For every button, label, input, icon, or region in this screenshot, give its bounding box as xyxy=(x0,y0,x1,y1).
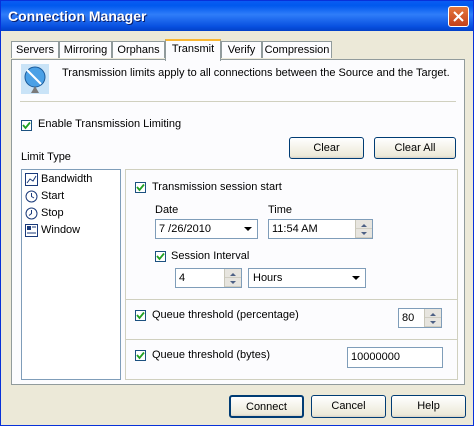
tab-orphans[interactable]: Orphans xyxy=(112,41,165,58)
window-schedule-icon xyxy=(25,224,38,237)
list-item-label: Stop xyxy=(41,207,64,219)
date-picker[interactable]: 7 /26/2010 xyxy=(155,219,258,239)
stop-clock-icon xyxy=(25,207,38,220)
clear-button[interactable]: Clear xyxy=(289,137,364,159)
connect-button[interactable]: Connect xyxy=(229,395,304,418)
connection-manager-window: Connection Manager Servers Mirroring Orp… xyxy=(0,0,474,426)
list-item-label: Window xyxy=(41,224,81,236)
clock-icon xyxy=(25,190,38,203)
close-button[interactable] xyxy=(448,6,469,27)
time-value: 11:54 AM xyxy=(272,223,318,235)
session-interval-label: Session Interval xyxy=(171,250,250,262)
tab-compression[interactable]: Compression xyxy=(262,41,332,58)
list-item-start[interactable]: Start xyxy=(24,189,104,205)
chevron-down-icon[interactable] xyxy=(349,271,363,285)
check-icon xyxy=(22,121,31,130)
transmit-panel: Transmission limits apply to all connect… xyxy=(11,59,465,385)
session-interval-checkbox[interactable] xyxy=(155,251,166,262)
time-spinner[interactable]: 11:54 AM xyxy=(268,219,373,239)
queue-percentage-value: 80 xyxy=(402,312,415,324)
help-button[interactable]: Help xyxy=(391,395,466,418)
queue-spin-buttons[interactable] xyxy=(424,309,441,327)
limit-type-list[interactable]: Bandwidth Start Stop Window xyxy=(21,169,121,380)
session-start-checkbox[interactable] xyxy=(135,182,146,193)
queue-percentage-spinner[interactable]: 80 xyxy=(398,308,442,328)
check-icon xyxy=(136,183,145,192)
queue-bytes-checkbox[interactable] xyxy=(135,350,146,361)
window-title: Connection Manager xyxy=(8,8,147,24)
time-label: Time xyxy=(268,204,293,216)
tab-label: Servers xyxy=(16,44,54,56)
tab-mirroring[interactable]: Mirroring xyxy=(59,41,112,58)
session-start-label: Transmission session start xyxy=(152,181,282,193)
enable-limiting-label: Enable Transmission Limiting xyxy=(38,118,182,130)
list-item-label: Bandwidth xyxy=(41,173,93,185)
list-item-stop[interactable]: Stop xyxy=(24,206,104,222)
tab-label: Transmit xyxy=(171,43,215,55)
tab-transmit[interactable]: Transmit xyxy=(165,39,221,61)
tab-verify[interactable]: Verify xyxy=(221,41,262,58)
enable-limiting-checkbox[interactable] xyxy=(21,120,32,131)
date-label: Date xyxy=(155,204,179,216)
list-item-window[interactable]: Window xyxy=(24,223,104,239)
divider xyxy=(126,299,457,300)
cancel-button[interactable]: Cancel xyxy=(311,395,386,418)
divider xyxy=(126,339,457,340)
queue-bytes-label: Queue threshold (bytes) xyxy=(152,349,271,361)
interval-spinner[interactable]: 4 xyxy=(175,268,242,288)
tab-label: Verify xyxy=(227,44,256,56)
satellite-dish-icon xyxy=(21,64,49,94)
chevron-down-icon[interactable] xyxy=(241,222,255,236)
tab-label: Orphans xyxy=(117,44,160,56)
queue-bytes-value: 10000000 xyxy=(351,351,400,363)
tab-servers[interactable]: Servers xyxy=(11,41,59,58)
queue-bytes-input[interactable]: 10000000 xyxy=(347,347,443,368)
bandwidth-chart-icon xyxy=(25,173,38,186)
spin-down-icon[interactable] xyxy=(356,229,372,238)
tab-label: Compression xyxy=(264,44,330,56)
tab-label: Mirroring xyxy=(63,44,108,56)
queue-percentage-label: Queue threshold (percentage) xyxy=(152,309,299,321)
close-icon xyxy=(453,11,464,22)
interval-value: 4 xyxy=(179,272,186,284)
spin-up-icon[interactable] xyxy=(425,309,441,318)
check-icon xyxy=(156,252,165,261)
title-bar[interactable]: Connection Manager xyxy=(1,1,473,31)
check-icon xyxy=(136,311,145,320)
spin-down-icon[interactable] xyxy=(425,318,441,327)
time-spin-buttons[interactable] xyxy=(355,220,372,238)
interval-spin-buttons[interactable] xyxy=(224,269,241,287)
list-item-label: Start xyxy=(41,190,65,202)
list-item-bandwidth[interactable]: Bandwidth xyxy=(24,172,104,188)
check-icon xyxy=(136,351,145,360)
interval-unit-select[interactable]: Hours xyxy=(248,268,366,288)
spin-up-icon[interactable] xyxy=(356,220,372,229)
queue-percentage-checkbox[interactable] xyxy=(135,310,146,321)
clear-all-button[interactable]: Clear All xyxy=(374,137,456,159)
settings-group: Transmission session start Date 7 /26/20… xyxy=(125,169,458,380)
spin-up-icon[interactable] xyxy=(225,269,241,278)
date-value: 7 /26/2010 xyxy=(159,223,211,235)
interval-unit-value: Hours xyxy=(253,272,283,284)
info-text: Transmission limits apply to all connect… xyxy=(62,67,450,79)
spin-down-icon[interactable] xyxy=(225,278,241,287)
limit-type-label: Limit Type xyxy=(21,151,71,163)
divider xyxy=(20,101,456,102)
